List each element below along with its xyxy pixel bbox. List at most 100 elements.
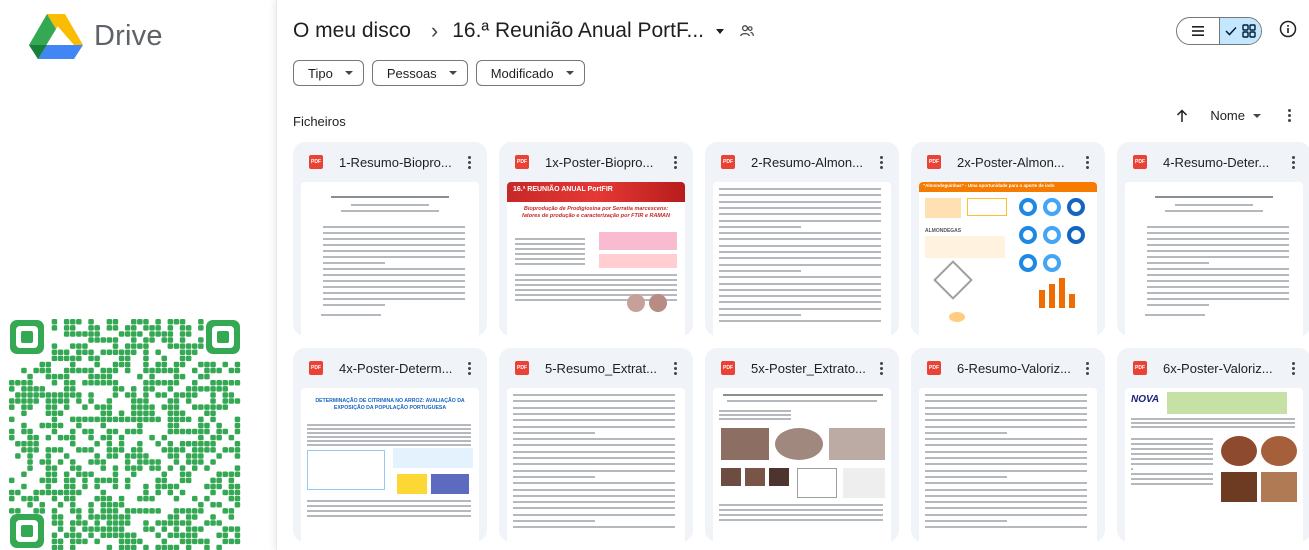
file-card[interactable]: PDF 6-Resumo-Valoriz... [911, 348, 1105, 542]
pdf-icon: PDF [1133, 361, 1147, 375]
people-icon [740, 25, 754, 37]
pdf-icon: PDF [309, 155, 323, 169]
thumb-title: DETERMINAÇÃO DE CITRININA NO ARROZ: AVAL… [315, 398, 465, 411]
file-name: 6-Resumo-Valoriz... [957, 360, 1071, 376]
view-toggle [1176, 17, 1262, 45]
pdf-icon: PDF [927, 155, 941, 169]
pdf-icon: PDF [927, 361, 941, 375]
app-name: Drive [94, 19, 163, 52]
chevron-down-icon [448, 71, 457, 75]
pdf-icon: PDF [515, 155, 529, 169]
file-thumbnail [713, 388, 891, 542]
file-card-header: PDF 5-Resumo_Extrat... [499, 348, 693, 388]
file-card-header: PDF 4-Resumo-Deter... [1117, 142, 1309, 182]
file-grid: PDF 1-Resumo-Biopro... PDF 1x-Poster-Bio… [293, 142, 1309, 542]
file-card[interactable]: PDF 4x-Poster-Determ... DETERMINAÇÃO DE … [293, 348, 487, 542]
file-card[interactable]: PDF 1-Resumo-Biopro... [293, 142, 487, 336]
thumb-subtitle: Bioprodução de Prodigiosina por Serratia… [522, 206, 670, 219]
file-thumbnail: DETERMINAÇÃO DE CITRININA NO ARROZ: AVAL… [301, 388, 479, 542]
pdf-icon: PDF [515, 361, 529, 375]
file-thumbnail [1125, 182, 1303, 336]
file-card-header: PDF 5x-Poster_Extrato... [705, 348, 899, 388]
breadcrumb-current-folder[interactable]: 16.ª Reunião Anual PortF... [452, 19, 704, 43]
file-name: 5x-Poster_Extrato... [751, 360, 866, 376]
grid-view-button[interactable] [1218, 18, 1261, 44]
check-icon [1225, 26, 1237, 36]
qr-code [9, 319, 241, 550]
file-card[interactable]: PDF 2-Resumo-Almon... [705, 142, 899, 336]
list-view-button[interactable] [1177, 18, 1219, 44]
file-thumbnail [301, 182, 479, 336]
chevron-down-icon [1253, 113, 1261, 118]
filter-type-chip[interactable]: Tipo [293, 60, 364, 86]
file-name: 5-Resumo_Extrat... [545, 360, 657, 376]
pdf-icon: PDF [721, 155, 735, 169]
filter-bar: Tipo Pessoas Modificado [293, 60, 585, 86]
breadcrumb-separator: › [430, 18, 439, 43]
breadcrumb-root[interactable]: O meu disco [293, 17, 417, 45]
file-name: 1-Resumo-Biopro... [339, 154, 452, 170]
file-card-header: PDF 6x-Poster-Valoriz... [1117, 348, 1309, 388]
file-name: 6x-Poster-Valoriz... [1163, 360, 1273, 376]
file-card-header: PDF 1-Resumo-Biopro... [293, 142, 487, 182]
more-vert-icon[interactable] [669, 155, 681, 169]
google-drive-logo-icon [29, 14, 83, 59]
more-vert-icon[interactable] [1287, 155, 1299, 169]
pdf-icon: PDF [309, 361, 323, 375]
filter-modified-chip[interactable]: Modificado [475, 60, 585, 86]
grid-view-icon [1242, 24, 1256, 38]
file-card-header: PDF 6-Resumo-Valoriz... [911, 348, 1105, 388]
file-card[interactable]: PDF 4-Resumo-Deter... [1117, 142, 1309, 336]
file-card[interactable]: PDF 5-Resumo_Extrat... [499, 348, 693, 542]
thumb-label: ALMONDEGAS [925, 228, 962, 234]
left-rail: Drive [0, 0, 265, 550]
file-card[interactable]: PDF 1x-Poster-Biopro... 16.ª REUNIÃO ANU… [499, 142, 693, 336]
breadcrumb: O meu disco › 16.ª Reunião Anual PortF..… [293, 14, 1309, 48]
more-vert-icon[interactable] [463, 155, 475, 169]
file-name: 1x-Poster-Biopro... [545, 154, 654, 170]
sort-controls: Nome [1176, 108, 1295, 123]
thumb-title: "Almondeguinhas" - Uma oportunidade para… [923, 183, 1055, 188]
more-vert-icon[interactable] [1283, 109, 1295, 122]
arrow-up-icon[interactable] [1176, 108, 1188, 123]
file-card[interactable]: PDF 6x-Poster-Valoriz... NOVA [1117, 348, 1309, 542]
more-vert-icon[interactable] [1081, 155, 1093, 169]
file-name: 2-Resumo-Almon... [751, 154, 863, 170]
main-panel: O meu disco › 16.ª Reunião Anual PortF..… [276, 0, 1309, 550]
section-title: Ficheiros [293, 114, 346, 129]
chevron-down-icon [565, 71, 574, 75]
filter-people-chip[interactable]: Pessoas [371, 60, 468, 86]
list-view-icon [1191, 26, 1204, 36]
file-card[interactable]: PDF 5x-Poster_Extrato... [705, 348, 899, 542]
more-vert-icon[interactable] [669, 361, 681, 375]
file-name: 2x-Poster-Almon... [957, 154, 1065, 170]
file-card[interactable]: PDF 2x-Poster-Almon... "Almondeguinhas" … [911, 142, 1105, 336]
filter-type-label: Tipo [308, 65, 333, 81]
folder-menu-caret-icon[interactable] [715, 28, 724, 34]
sort-by-button[interactable]: Nome [1210, 108, 1261, 123]
more-vert-icon[interactable] [875, 155, 887, 169]
file-card-header: PDF 4x-Poster-Determ... [293, 348, 487, 388]
more-vert-icon[interactable] [1287, 361, 1299, 375]
pdf-icon: PDF [721, 361, 735, 375]
chevron-down-icon [344, 71, 353, 75]
file-thumbnail [507, 388, 685, 542]
file-name: 4x-Poster-Determ... [339, 360, 453, 376]
file-thumbnail: 16.ª REUNIÃO ANUAL PortFIR Bioprodução d… [507, 182, 685, 336]
file-card-header: PDF 1x-Poster-Biopro... [499, 142, 693, 182]
thumb-logo: NOVA [1131, 394, 1160, 405]
sort-by-label: Nome [1210, 108, 1245, 123]
file-card-header: PDF 2x-Poster-Almon... [911, 142, 1105, 182]
more-vert-icon[interactable] [463, 361, 475, 375]
file-name: 4-Resumo-Deter... [1163, 154, 1270, 170]
drive-logo[interactable]: Drive [28, 12, 163, 60]
pdf-icon: PDF [1133, 155, 1147, 169]
thumb-title: 16.ª REUNIÃO ANUAL PortFIR [513, 186, 613, 193]
more-vert-icon[interactable] [1081, 361, 1093, 375]
filter-modified-label: Modificado [490, 65, 554, 81]
more-vert-icon[interactable] [875, 361, 887, 375]
file-thumbnail: NOVA [1125, 388, 1303, 542]
info-icon[interactable] [1279, 20, 1297, 38]
file-thumbnail [713, 182, 891, 336]
file-thumbnail: "Almondeguinhas" - Uma oportunidade para… [919, 182, 1097, 336]
